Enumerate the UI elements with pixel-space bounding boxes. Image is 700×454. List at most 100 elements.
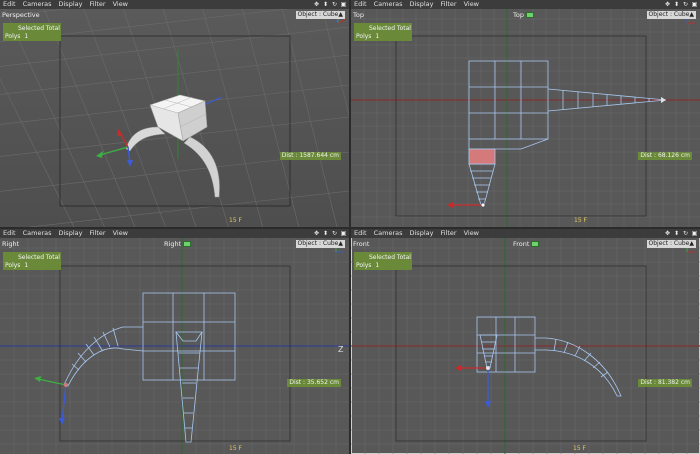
viewport-right[interactable]: Edit Cameras Display Filter View ✥ ⬍ ↻ ▣ — [0, 229, 349, 454]
menu-filter[interactable]: Filter — [89, 0, 105, 9]
axis-icon: ▲ — [689, 240, 694, 247]
object-gizmo[interactable] — [34, 376, 68, 425]
polys-value: 1 — [375, 262, 380, 269]
viewport-nav-icons: ✥ ⬍ ↻ ▣ — [664, 0, 698, 9]
menu-filter[interactable]: Filter — [440, 0, 456, 9]
menu-display[interactable]: Display — [59, 229, 83, 238]
zoom-view-icon[interactable]: ⬍ — [322, 230, 329, 237]
viewport-title: Top — [513, 11, 534, 19]
menu-edit[interactable]: Edit — [354, 0, 367, 9]
zoom-view-icon[interactable]: ⬍ — [673, 1, 680, 8]
viewport-title: Right — [164, 240, 192, 248]
menu-cameras[interactable]: Cameras — [23, 0, 52, 9]
polys-label: Polys — [5, 33, 21, 40]
perspective-canvas[interactable] — [0, 9, 349, 227]
frame-counter: 15 F — [573, 445, 586, 452]
menu-filter[interactable]: Filter — [440, 229, 456, 238]
stats-title: Selected Total — [369, 25, 411, 32]
viewport-nav-icons: ✥ ⬍ ↻ ▣ — [313, 229, 347, 238]
move-view-icon[interactable]: ✥ — [313, 1, 320, 8]
front-canvas[interactable] — [351, 238, 700, 454]
selection-stats: Selected Total Polys 1 — [354, 252, 412, 270]
menu-edit[interactable]: Edit — [354, 229, 367, 238]
polys-label: Polys — [356, 33, 372, 40]
menu-view[interactable]: View — [113, 229, 128, 238]
top-mesh[interactable] — [468, 60, 667, 206]
axis-icon: ▲ — [338, 240, 343, 247]
frame-counter: 15 F — [574, 217, 587, 224]
menu-cameras[interactable]: Cameras — [374, 0, 403, 9]
menu-filter[interactable]: Filter — [89, 229, 105, 238]
viewport-nav-icons: ✥ ⬍ ↻ ▣ — [313, 0, 347, 9]
right-canvas[interactable]: Z — [0, 238, 349, 454]
viewport-nav-icons: ✥ ⬍ ↻ ▣ — [664, 229, 698, 238]
menu-cameras[interactable]: Cameras — [374, 229, 403, 238]
maximize-view-icon[interactable]: ▣ — [340, 1, 347, 8]
menu-display[interactable]: Display — [59, 0, 83, 9]
stats-title: Selected Total — [369, 254, 411, 261]
move-view-icon[interactable]: ✥ — [664, 1, 671, 8]
camera-icon — [531, 241, 540, 247]
rotate-view-icon[interactable]: ↻ — [331, 1, 338, 8]
polys-label: Polys — [5, 262, 21, 269]
viewport-menubar: Edit Cameras Display Filter View ✥ ⬍ ↻ ▣ — [0, 229, 349, 238]
object-tag: Object : Cube▲ — [295, 11, 345, 19]
rotate-view-icon[interactable]: ↻ — [682, 230, 689, 237]
maximize-view-icon[interactable]: ▣ — [691, 1, 698, 8]
safe-frame — [395, 265, 647, 442]
right-mesh[interactable] — [63, 292, 236, 443]
viewport-label: Top — [353, 11, 364, 19]
move-view-icon[interactable]: ✥ — [313, 230, 320, 237]
menu-cameras[interactable]: Cameras — [23, 229, 52, 238]
axis-icon: ▲ — [689, 11, 694, 18]
camera-distance: Dist : 35.652 cm — [287, 379, 341, 387]
frame-counter: 15 F — [229, 217, 242, 224]
viewport-label: Perspective — [2, 11, 40, 19]
menu-display[interactable]: Display — [410, 229, 434, 238]
menu-edit[interactable]: Edit — [3, 0, 16, 9]
object-tag: Object : Cube▲ — [295, 240, 345, 248]
menu-view[interactable]: View — [464, 0, 479, 9]
polys-value: 1 — [24, 262, 29, 269]
object-gizmo[interactable] — [455, 365, 491, 408]
stats-title: Selected Total — [18, 25, 60, 32]
selection-stats: Selected Total Polys 1 — [354, 23, 412, 41]
camera-icon — [183, 241, 192, 247]
frame-counter: 15 F — [229, 445, 242, 452]
menu-display[interactable]: Display — [410, 0, 434, 9]
viewport-title: Front — [513, 240, 540, 248]
viewport-label: Front — [353, 240, 370, 248]
rotate-view-icon[interactable]: ↻ — [331, 230, 338, 237]
viewport-menubar: Edit Cameras Display Filter View ✥ ⬍ ↻ ▣ — [351, 0, 700, 9]
viewport-menubar: Edit Cameras Display Filter View ✥ ⬍ ↻ ▣ — [0, 0, 349, 9]
polys-value: 1 — [24, 33, 29, 40]
menu-edit[interactable]: Edit — [3, 229, 16, 238]
mesh-tip-marker — [661, 97, 666, 103]
camera-distance: Dist : 81.382 cm — [638, 379, 692, 387]
maximize-view-icon[interactable]: ▣ — [340, 230, 347, 237]
menu-view[interactable]: View — [464, 229, 479, 238]
front-mesh[interactable] — [476, 316, 622, 397]
selection-stats: Selected Total Polys 1 — [3, 252, 61, 270]
move-view-icon[interactable]: ✥ — [664, 230, 671, 237]
object-tag: Object : Cube▲ — [646, 240, 696, 248]
viewport-perspective[interactable]: Edit Cameras Display Filter View ✥ ⬍ ↻ ▣ — [0, 0, 349, 227]
top-canvas[interactable] — [351, 9, 700, 227]
menu-view[interactable]: View — [113, 0, 128, 9]
safe-frame — [59, 265, 291, 442]
selected-polygon[interactable] — [468, 148, 496, 165]
maximize-view-icon[interactable]: ▣ — [691, 230, 698, 237]
polys-value: 1 — [375, 33, 380, 40]
top-grid — [351, 9, 700, 227]
zoom-view-icon[interactable]: ⬍ — [673, 230, 680, 237]
axis-icon: ▲ — [338, 11, 343, 18]
camera-distance: Dist : 1587.644 cm — [279, 152, 341, 160]
rotate-view-icon[interactable]: ↻ — [682, 1, 689, 8]
viewport-top[interactable]: Edit Cameras Display Filter View ✥ ⬍ ↻ ▣ — [351, 0, 700, 227]
polys-label: Polys — [356, 262, 372, 269]
viewport-front[interactable]: Edit Cameras Display Filter View ✥ ⬍ ↻ ▣ — [351, 229, 700, 454]
zoom-view-icon[interactable]: ⬍ — [322, 1, 329, 8]
z-axis-label: Z — [338, 345, 344, 354]
cinema4d-viewport-layout: Edit Cameras Display Filter View ✥ ⬍ ↻ ▣ — [0, 0, 700, 454]
object-gizmo[interactable] — [447, 202, 486, 208]
